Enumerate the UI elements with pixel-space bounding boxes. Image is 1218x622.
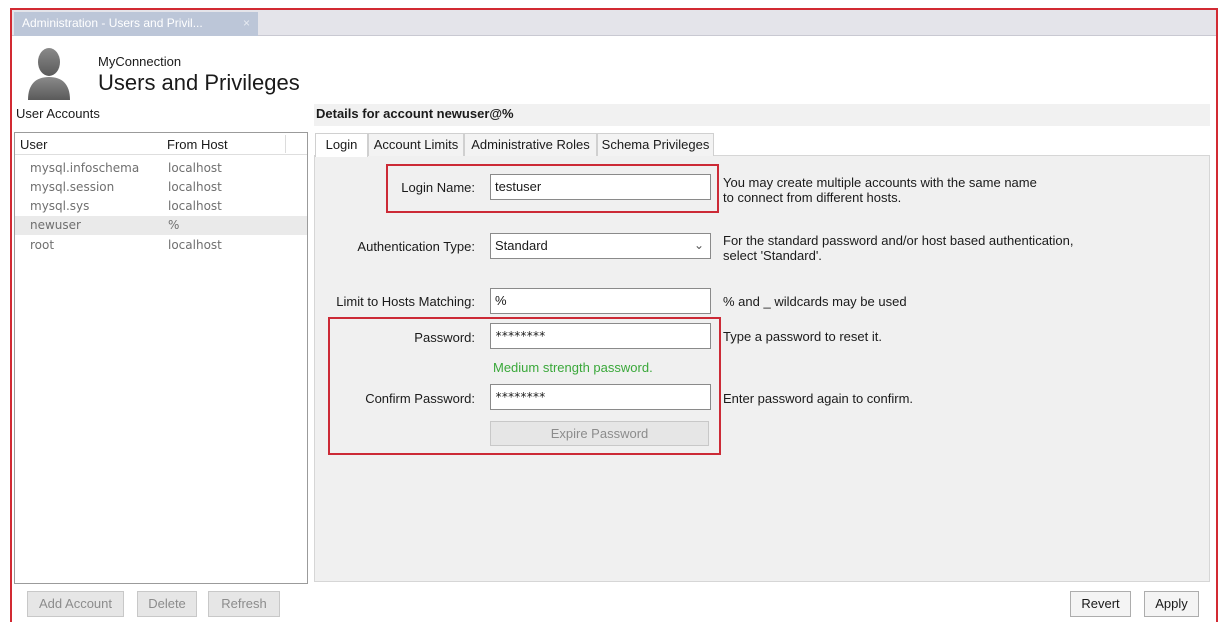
list-item-selected[interactable]: newuser % xyxy=(15,216,307,235)
host-cell: % xyxy=(168,218,180,232)
revert-button[interactable]: Revert xyxy=(1070,591,1131,617)
chevron-down-icon: ⌄ xyxy=(693,238,704,252)
tab-login[interactable]: Login xyxy=(315,133,368,157)
user-cell: mysql.sys xyxy=(30,199,90,213)
details-title: Details for account newuser@% xyxy=(316,106,514,121)
login-name-highlight xyxy=(386,164,719,213)
list-item[interactable]: mysql.sys localhost xyxy=(15,197,307,216)
list-header: User From Host xyxy=(15,133,307,155)
user-cell: root xyxy=(30,238,55,252)
list-item[interactable]: mysql.session localhost xyxy=(15,178,307,197)
password-help: Type a password to reset it. xyxy=(723,329,882,344)
password-section-highlight xyxy=(328,317,721,455)
page-title: Users and Privileges xyxy=(98,70,300,95)
list-item[interactable]: root localhost xyxy=(15,236,307,255)
help-line: to connect from different hosts. xyxy=(723,190,902,205)
connection-name: MyConnection xyxy=(98,54,182,69)
confirm-password-help: Enter password again to confirm. xyxy=(723,391,914,406)
close-icon[interactable]: × xyxy=(243,12,250,34)
user-cell: newuser xyxy=(30,218,81,232)
refresh-button[interactable]: Refresh xyxy=(208,591,280,617)
authentication-type-value: Standard xyxy=(495,238,548,253)
delete-button[interactable]: Delete xyxy=(137,591,197,617)
column-divider xyxy=(285,135,286,153)
user-accounts-label: User Accounts xyxy=(16,106,100,121)
list-item[interactable]: mysql.infoschema localhost xyxy=(15,159,307,178)
host-cell: localhost xyxy=(168,199,222,213)
host-cell: localhost xyxy=(168,180,222,194)
help-line: select 'Standard'. xyxy=(723,248,822,263)
help-line: You may create multiple accounts with th… xyxy=(723,175,1037,190)
document-tab-label: Administration - Users and Privil... xyxy=(22,16,203,30)
document-tab[interactable]: Administration - Users and Privil... × xyxy=(14,12,258,36)
hosts-matching-input[interactable]: % xyxy=(490,288,711,314)
user-cell: mysql.infoschema xyxy=(30,161,140,175)
user-accounts-list[interactable]: User From Host mysql.infoschema localhos… xyxy=(14,132,308,584)
tab-schema-privileges[interactable]: Schema Privileges xyxy=(597,133,714,156)
column-header-user[interactable]: User xyxy=(20,137,47,152)
login-name-help: You may create multiple accounts with th… xyxy=(723,175,1037,205)
apply-button[interactable]: Apply xyxy=(1144,591,1199,617)
add-account-button[interactable]: Add Account xyxy=(27,591,124,617)
tab-account-limits[interactable]: Account Limits xyxy=(368,133,464,156)
hosts-matching-label: Limit to Hosts Matching: xyxy=(336,294,475,309)
host-cell: localhost xyxy=(168,238,222,252)
user-silhouette-icon xyxy=(26,46,72,100)
column-header-host[interactable]: From Host xyxy=(167,137,228,152)
help-line: For the standard password and/or host ba… xyxy=(723,233,1074,248)
authentication-type-select[interactable]: Standard ⌄ xyxy=(490,233,711,259)
tab-administrative-roles[interactable]: Administrative Roles xyxy=(464,133,597,156)
authentication-type-label: Authentication Type: xyxy=(357,239,475,254)
authentication-type-help: For the standard password and/or host ba… xyxy=(723,233,1074,263)
user-cell: mysql.session xyxy=(30,180,115,194)
hosts-matching-help: % and _ wildcards may be used xyxy=(723,294,907,309)
host-cell: localhost xyxy=(168,161,222,175)
